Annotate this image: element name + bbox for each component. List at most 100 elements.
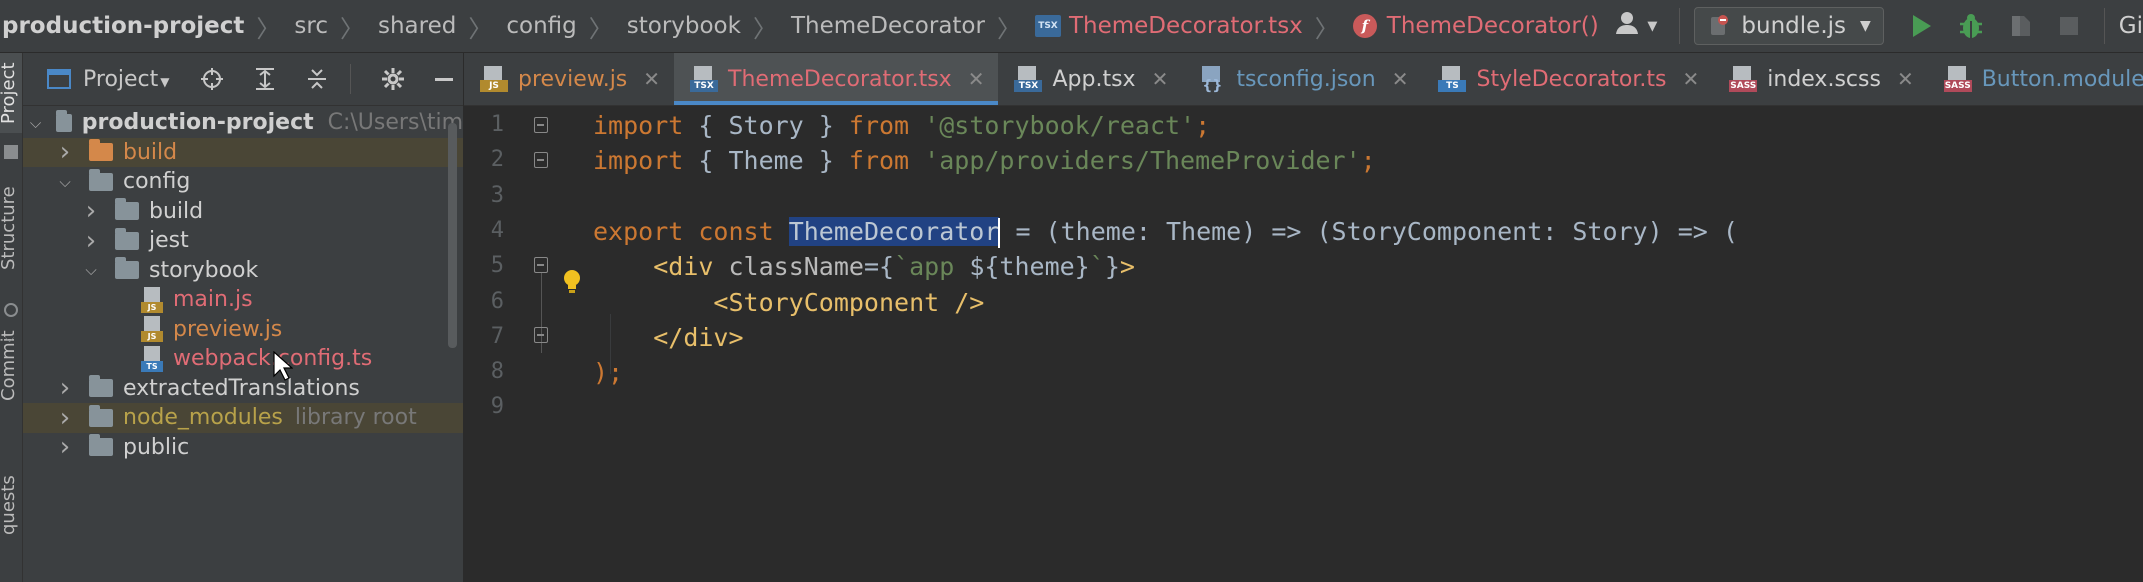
code-token: ); [593, 358, 624, 388]
tree-item-label: jest [149, 228, 189, 254]
fold-marker-icon[interactable] [534, 327, 548, 343]
sass-file-icon: SASS [1729, 66, 1758, 92]
tree-item[interactable]: TS webpack.config.ts [23, 344, 463, 374]
hide-panel-button[interactable] [434, 77, 453, 81]
code-line[interactable]: import { Story } from '@storybook/react'… [593, 108, 1210, 143]
tool-tab-project-label: Project [0, 62, 19, 124]
chevron-down-icon[interactable]: ⌵ [55, 173, 75, 191]
code-line[interactable]: export const ThemeDecorator = (theme: Th… [593, 214, 1738, 249]
breadcrumb-item[interactable]: 〉 shared [328, 9, 456, 44]
tree-item[interactable]: JS main.js [23, 285, 463, 315]
editor-gutter: 1 2 3 4 5 6 7 8 9 [464, 106, 564, 582]
sass-file-icon: SASS [1943, 66, 1972, 92]
code-line[interactable]: import { Theme } from 'app/providers/The… [593, 143, 1376, 178]
tree-item-label: build [123, 139, 178, 165]
editor-tab-label: ThemeDecorator.tsx [728, 66, 952, 92]
git-label[interactable]: Gi [2119, 13, 2143, 39]
project-view-selector[interactable]: Project ▼ [83, 67, 170, 92]
breadcrumb-label: ThemeDecorator() [1386, 13, 1599, 39]
chevron-down-icon[interactable]: ⌵ [29, 114, 42, 132]
editor-tab[interactable]: JS preview.js ✕ [464, 53, 674, 105]
toolbar-divider [349, 64, 351, 94]
tree-item[interactable]: › node_modules library root [23, 403, 463, 433]
editor-tab-label: preview.js [518, 66, 628, 92]
settings-button[interactable] [381, 67, 405, 91]
tree-item[interactable]: › public [23, 432, 463, 462]
breadcrumb-item[interactable]: 〉 ThemeDecorator [741, 9, 985, 44]
close-icon[interactable]: ✕ [968, 67, 985, 91]
chevron-right-icon[interactable]: › [55, 403, 75, 433]
editor-tab-label: App.tsx [1052, 66, 1136, 92]
toolbar-divider [1679, 8, 1681, 44]
tree-item[interactable]: ⌵ storybook [23, 256, 463, 286]
close-icon[interactable]: ✕ [1683, 67, 1700, 91]
code-line[interactable]: <StoryComponent /> [593, 285, 984, 320]
breadcrumb-item[interactable]: 〉 config [456, 9, 576, 44]
tree-item[interactable]: ⌵ production-project C:\Users\tim [23, 108, 463, 138]
debug-button[interactable] [1958, 12, 1984, 40]
tree-item[interactable]: › jest [23, 226, 463, 256]
fold-marker-icon[interactable] [534, 257, 548, 273]
close-icon[interactable]: ✕ [1392, 67, 1409, 91]
run-button[interactable] [1910, 13, 1934, 39]
breadcrumb-item[interactable]: 〉 storybook [577, 9, 741, 44]
expand-all-icon [255, 68, 274, 90]
stop-button[interactable] [2058, 15, 2080, 37]
project-panel: Project ▼ ⌵ production-project C:\Users\tim… [23, 53, 463, 582]
code-line[interactable]: <div className={`app ${theme}`}> [593, 249, 1135, 284]
breadcrumb-item[interactable]: 〉 TSX ThemeDecorator.tsx [985, 9, 1303, 44]
editor-tab[interactable]: {} tsconfig.json ✕ [1182, 53, 1422, 105]
tree-scrollbar[interactable] [448, 123, 457, 348]
chevron-right-icon[interactable]: › [55, 137, 75, 167]
breadcrumb-item[interactable]: production-project [2, 13, 244, 39]
breadcrumb-label: storybook [626, 13, 741, 39]
code-token: `app [894, 252, 970, 282]
collapse-all-button[interactable] [306, 67, 328, 91]
tree-item[interactable]: › build [23, 196, 463, 226]
locate-file-button[interactable] [200, 67, 224, 91]
editor-tab[interactable]: TSX ThemeDecorator.tsx ✕ [674, 53, 999, 105]
code-line[interactable]: ); [593, 355, 623, 390]
folder-icon [89, 168, 113, 191]
fold-marker-icon[interactable] [534, 152, 548, 168]
account-button[interactable]: ▼ [1615, 11, 1657, 41]
folder-icon [89, 139, 113, 162]
breadcrumb-item[interactable]: 〉 src [244, 9, 328, 44]
close-icon[interactable]: ✕ [643, 67, 660, 91]
editor-tab-label: index.scss [1767, 66, 1881, 92]
line-number: 3 [490, 182, 504, 208]
editor-tab[interactable]: SASS index.scss ✕ [1713, 53, 1927, 105]
tree-item[interactable]: ⌵ config [23, 167, 463, 197]
tree-item-label: main.js [173, 287, 253, 313]
coverage-button[interactable] [2008, 13, 2034, 39]
lightbulb-icon[interactable] [562, 269, 582, 299]
expand-all-button[interactable] [254, 67, 276, 91]
breadcrumb-item[interactable]: 〉 f ThemeDecorator() [1303, 9, 1599, 44]
chevron-down-icon[interactable]: ⌵ [81, 261, 101, 279]
chevron-right-icon[interactable]: › [55, 373, 75, 403]
chevron-right-icon[interactable]: › [81, 226, 101, 256]
close-icon[interactable]: ✕ [1152, 67, 1169, 91]
run-configuration-select[interactable]: bundle.js ▼ [1694, 7, 1884, 45]
tool-tab-structure[interactable]: Structure [0, 163, 22, 293]
tree-item[interactable]: JS preview.js [23, 315, 463, 345]
chevron-right-icon[interactable]: › [55, 432, 75, 462]
tree-item[interactable]: › extractedTranslations [23, 373, 463, 403]
breadcrumb-label: shared [378, 13, 457, 39]
editor-tab[interactable]: TSX App.tsx ✕ [998, 53, 1182, 105]
folder-icon [89, 375, 113, 398]
tool-tab-structure-label: Structure [0, 186, 19, 270]
close-icon[interactable]: ✕ [1897, 67, 1914, 91]
fold-marker-icon[interactable] [534, 117, 548, 133]
tool-tab-project[interactable]: Project [0, 53, 22, 133]
breadcrumb-label: ThemeDecorator [790, 13, 985, 39]
tree-item[interactable]: › build [23, 137, 463, 167]
code-line[interactable]: </div> [593, 320, 743, 355]
chevron-right-icon[interactable]: › [81, 196, 101, 226]
tool-tab-pull-requests[interactable]: quests [0, 428, 22, 582]
editor-tab[interactable]: SASSButton.module.scss✕ [1928, 53, 2143, 105]
editor-tab[interactable]: TS StyleDecorator.ts ✕ [1422, 53, 1713, 105]
chevron-right-icon: 〉 [256, 14, 281, 43]
code-token: } [1104, 252, 1120, 282]
